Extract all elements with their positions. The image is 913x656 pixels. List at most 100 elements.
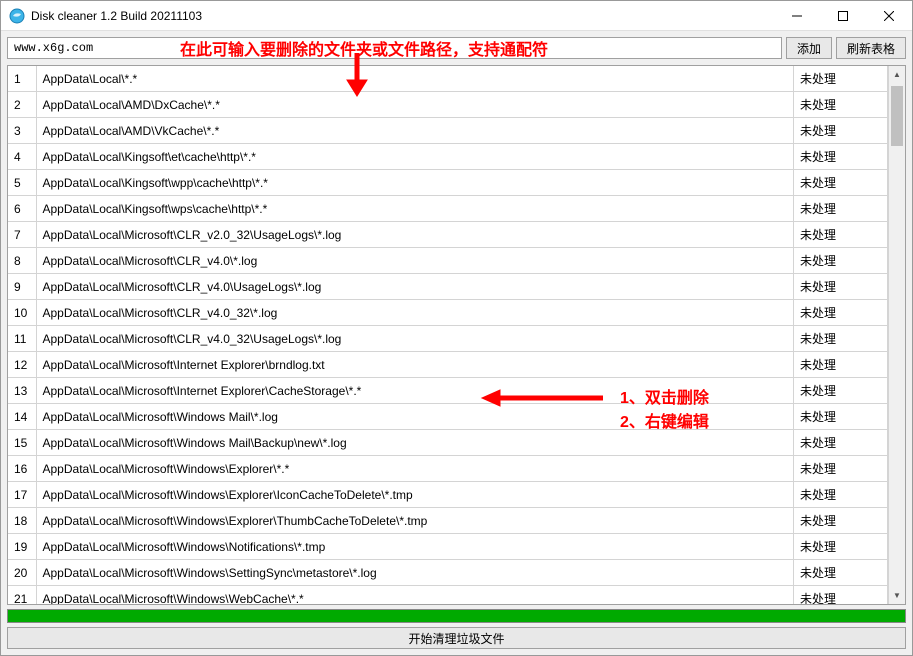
row-path: AppData\Local\Microsoft\Windows\WebCache… — [36, 586, 794, 605]
table-row[interactable]: 7AppData\Local\Microsoft\CLR_v2.0_32\Usa… — [8, 222, 888, 248]
scroll-up-button[interactable]: ▲ — [889, 66, 905, 83]
row-path: AppData\Local\Kingsoft\wps\cache\http\*.… — [36, 196, 794, 222]
table-row[interactable]: 5AppData\Local\Kingsoft\wpp\cache\http\*… — [8, 170, 888, 196]
table-row[interactable]: 8AppData\Local\Microsoft\CLR_v4.0\*.log未… — [8, 248, 888, 274]
row-status: 未处理 — [794, 430, 888, 456]
path-input[interactable] — [7, 37, 782, 59]
row-index: 9 — [8, 274, 36, 300]
table-row[interactable]: 15AppData\Local\Microsoft\Windows Mail\B… — [8, 430, 888, 456]
minimize-button[interactable] — [774, 1, 820, 31]
row-index: 2 — [8, 92, 36, 118]
row-status: 未处理 — [794, 352, 888, 378]
scroll-thumb[interactable] — [891, 86, 903, 146]
titlebar: Disk cleaner 1.2 Build 20211103 — [1, 1, 912, 31]
row-status: 未处理 — [794, 248, 888, 274]
table-row[interactable]: 21AppData\Local\Microsoft\Windows\WebCac… — [8, 586, 888, 605]
refresh-button[interactable]: 刷新表格 — [836, 37, 906, 59]
row-path: AppData\Local\Microsoft\Windows Mail\*.l… — [36, 404, 794, 430]
row-status: 未处理 — [794, 560, 888, 586]
row-index: 12 — [8, 352, 36, 378]
table-row[interactable]: 4AppData\Local\Kingsoft\et\cache\http\*.… — [8, 144, 888, 170]
row-path: AppData\Local\Microsoft\Windows Mail\Bac… — [36, 430, 794, 456]
row-path: AppData\Local\Microsoft\CLR_v4.0\UsageLo… — [36, 274, 794, 300]
row-path: AppData\Local\Microsoft\CLR_v2.0_32\Usag… — [36, 222, 794, 248]
app-window: Disk cleaner 1.2 Build 20211103 添加 刷新表格 … — [0, 0, 913, 656]
row-index: 4 — [8, 144, 36, 170]
window-controls — [774, 1, 912, 31]
row-status: 未处理 — [794, 66, 888, 92]
row-status: 未处理 — [794, 118, 888, 144]
table-row[interactable]: 11AppData\Local\Microsoft\CLR_v4.0_32\Us… — [8, 326, 888, 352]
row-path: AppData\Local\Kingsoft\wpp\cache\http\*.… — [36, 170, 794, 196]
row-status: 未处理 — [794, 196, 888, 222]
scroll-down-button[interactable]: ▼ — [889, 587, 905, 604]
row-index: 14 — [8, 404, 36, 430]
row-path: AppData\Local\Microsoft\Windows\Explorer… — [36, 508, 794, 534]
row-index: 7 — [8, 222, 36, 248]
row-status: 未处理 — [794, 300, 888, 326]
row-path: AppData\Local\Microsoft\CLR_v4.0_32\*.lo… — [36, 300, 794, 326]
close-button[interactable] — [866, 1, 912, 31]
row-index: 1 — [8, 66, 36, 92]
row-status: 未处理 — [794, 274, 888, 300]
row-status: 未处理 — [794, 456, 888, 482]
row-index: 13 — [8, 378, 36, 404]
table-row[interactable]: 19AppData\Local\Microsoft\Windows\Notifi… — [8, 534, 888, 560]
row-index: 18 — [8, 508, 36, 534]
row-index: 16 — [8, 456, 36, 482]
row-path: AppData\Local\Microsoft\Windows\Explorer… — [36, 482, 794, 508]
app-icon — [9, 8, 25, 24]
table-row[interactable]: 2AppData\Local\AMD\DxCache\*.*未处理 — [8, 92, 888, 118]
table-row[interactable]: 6AppData\Local\Kingsoft\wps\cache\http\*… — [8, 196, 888, 222]
row-status: 未处理 — [794, 508, 888, 534]
progress-bar — [7, 609, 906, 623]
row-status: 未处理 — [794, 222, 888, 248]
table-row[interactable]: 17AppData\Local\Microsoft\Windows\Explor… — [8, 482, 888, 508]
rules-table: 1AppData\Local\*.*未处理2AppData\Local\AMD\… — [8, 66, 888, 604]
window-title: Disk cleaner 1.2 Build 20211103 — [31, 9, 774, 23]
row-index: 20 — [8, 560, 36, 586]
row-path: AppData\Local\Microsoft\Internet Explore… — [36, 378, 794, 404]
row-status: 未处理 — [794, 326, 888, 352]
row-status: 未处理 — [794, 586, 888, 605]
table-row[interactable]: 16AppData\Local\Microsoft\Windows\Explor… — [8, 456, 888, 482]
row-index: 10 — [8, 300, 36, 326]
row-path: AppData\Local\AMD\VkCache\*.* — [36, 118, 794, 144]
table-row[interactable]: 12AppData\Local\Microsoft\Internet Explo… — [8, 352, 888, 378]
row-path: AppData\Local\Microsoft\CLR_v4.0_32\Usag… — [36, 326, 794, 352]
row-index: 3 — [8, 118, 36, 144]
row-index: 8 — [8, 248, 36, 274]
toolbar: 添加 刷新表格 — [1, 31, 912, 65]
row-path: AppData\Local\Microsoft\CLR_v4.0\*.log — [36, 248, 794, 274]
row-status: 未处理 — [794, 378, 888, 404]
row-index: 5 — [8, 170, 36, 196]
table-container: 1AppData\Local\*.*未处理2AppData\Local\AMD\… — [7, 65, 906, 605]
table-row[interactable]: 1AppData\Local\*.*未处理 — [8, 66, 888, 92]
table-row[interactable]: 13AppData\Local\Microsoft\Internet Explo… — [8, 378, 888, 404]
row-path: AppData\Local\AMD\DxCache\*.* — [36, 92, 794, 118]
row-path: AppData\Local\*.* — [36, 66, 794, 92]
table-row[interactable]: 20AppData\Local\Microsoft\Windows\Settin… — [8, 560, 888, 586]
table-row[interactable]: 9AppData\Local\Microsoft\CLR_v4.0\UsageL… — [8, 274, 888, 300]
row-index: 11 — [8, 326, 36, 352]
row-status: 未处理 — [794, 92, 888, 118]
row-status: 未处理 — [794, 170, 888, 196]
row-status: 未处理 — [794, 534, 888, 560]
start-clean-button[interactable]: 开始清理垃圾文件 — [7, 627, 906, 649]
row-path: AppData\Local\Microsoft\Windows\Explorer… — [36, 456, 794, 482]
add-button[interactable]: 添加 — [786, 37, 832, 59]
row-path: AppData\Local\Kingsoft\et\cache\http\*.* — [36, 144, 794, 170]
maximize-button[interactable] — [820, 1, 866, 31]
vertical-scrollbar[interactable]: ▲ ▼ — [888, 66, 905, 604]
row-index: 6 — [8, 196, 36, 222]
row-status: 未处理 — [794, 482, 888, 508]
row-index: 17 — [8, 482, 36, 508]
table-row[interactable]: 3AppData\Local\AMD\VkCache\*.*未处理 — [8, 118, 888, 144]
table-row[interactable]: 18AppData\Local\Microsoft\Windows\Explor… — [8, 508, 888, 534]
row-status: 未处理 — [794, 144, 888, 170]
table-row[interactable]: 10AppData\Local\Microsoft\CLR_v4.0_32\*.… — [8, 300, 888, 326]
table-row[interactable]: 14AppData\Local\Microsoft\Windows Mail\*… — [8, 404, 888, 430]
row-path: AppData\Local\Microsoft\Internet Explore… — [36, 352, 794, 378]
row-index: 19 — [8, 534, 36, 560]
row-path: AppData\Local\Microsoft\Windows\SettingS… — [36, 560, 794, 586]
